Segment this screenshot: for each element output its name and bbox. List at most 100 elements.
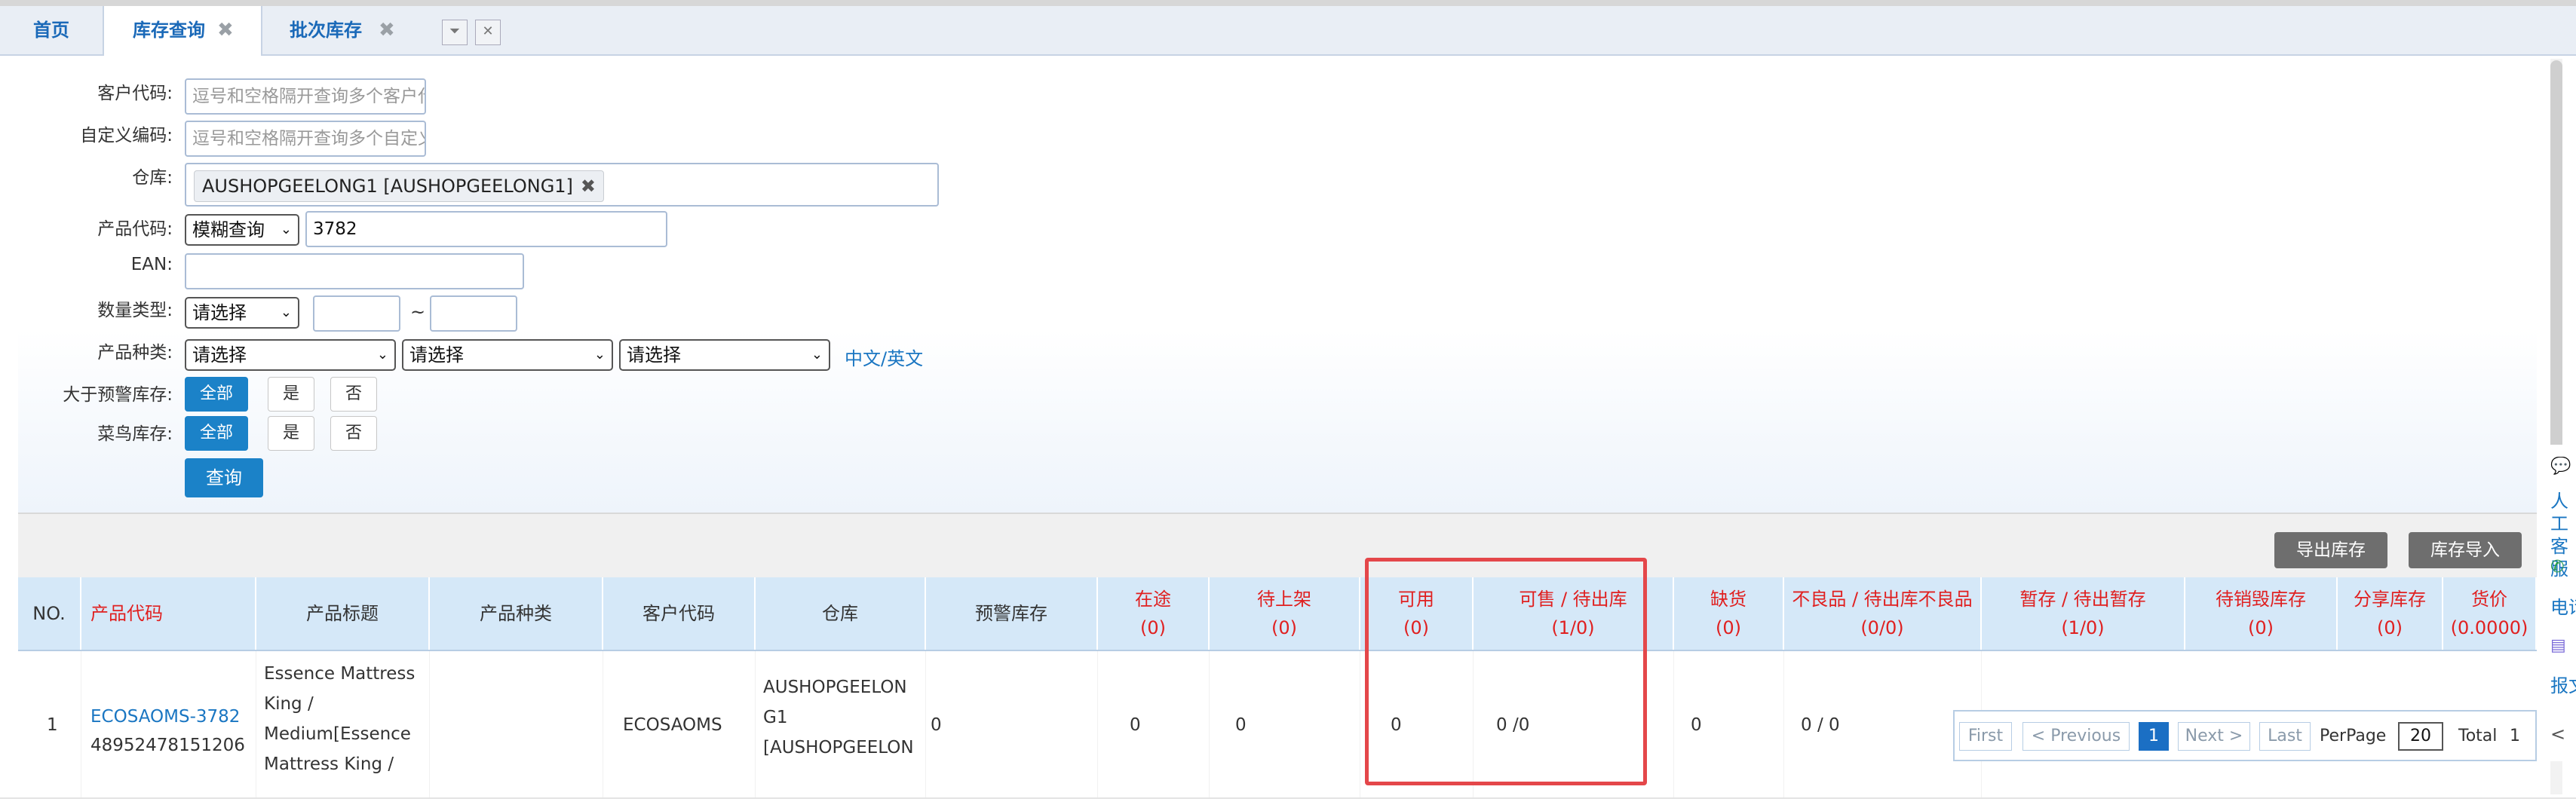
cainiao-all-button[interactable]: 全部 [185, 416, 248, 451]
header-temporary[interactable]: 暂存 / 待出暂存 (1/0) [1982, 577, 2185, 650]
highlight-box [1365, 558, 1647, 785]
header-product-category-text: 产品种类 [480, 603, 552, 624]
header-no[interactable]: NO. [18, 577, 81, 650]
tab-home[interactable]: 首页 [0, 6, 103, 54]
custom-code-input[interactable]: 逗号和空格隔开查询多个自定义编码 [185, 121, 426, 157]
custom-code-label: 自定义编码: [80, 126, 173, 145]
header-shortage[interactable]: 缺货 (0) [1674, 577, 1784, 650]
qty-type-label: 数量类型: [97, 301, 173, 320]
perpage-input[interactable]: 20 [2398, 722, 2443, 751]
warehouse-line: AUSHOPGEELON [763, 678, 907, 697]
header-product-title[interactable]: 产品标题 [256, 577, 430, 650]
category-label: 产品种类: [97, 343, 173, 363]
header-customer-code[interactable]: 客户代码 [603, 577, 756, 650]
phone-link[interactable]: 电话 [2550, 592, 2576, 619]
cainiao-yes-button[interactable]: 是 [268, 416, 314, 451]
category-level2-select[interactable]: 请选择 ⌄ [402, 339, 613, 371]
query-button[interactable]: 查询 [185, 458, 263, 497]
header-warning-stock[interactable]: 预警库存 [926, 577, 1098, 650]
import-inventory-button[interactable]: 库存导入 [2409, 532, 2522, 568]
product-code-mode-value: 模糊查询 [192, 219, 265, 240]
header-shared-text: 分享库存 [2354, 589, 2426, 610]
last-page-button[interactable]: Last [2259, 722, 2311, 751]
language-toggle-link[interactable]: 中文/英文 [845, 344, 923, 370]
header-in-transit-text: 在途 [1135, 589, 1171, 610]
header-product-code-text: 产品代码 [90, 603, 163, 624]
header-product-title-text: 产品标题 [306, 603, 379, 624]
warehouse-tag-label: AUSHOPGEELONG1 [AUSHOPGEELONG1] [202, 176, 573, 197]
customer-code-input[interactable]: 逗号和空格隔开查询多个客户代码 [185, 78, 426, 115]
header-shared-count: (0) [2377, 617, 2403, 638]
warehouse-tag: AUSHOPGEELONG1 [AUSHOPGEELONG1] ✖ [194, 170, 605, 202]
header-in-transit[interactable]: 在途 (0) [1098, 577, 1210, 650]
category-level3-value: 请选择 [627, 344, 681, 366]
row-defective: 0 / 0 [1801, 715, 1840, 735]
report-link[interactable]: 报文 [2550, 671, 2576, 697]
row-product-code-cell: ECOSAOMS-3782 48952478151206 [81, 651, 256, 803]
total-label: Total [2458, 727, 2498, 745]
category-level1-select[interactable]: 请选择 ⌄ [185, 339, 396, 371]
above-warning-yes-button[interactable]: 是 [268, 377, 314, 412]
row-pending-shelf-cell: 0 [1210, 651, 1360, 803]
next-page-button[interactable]: Next > [2178, 722, 2250, 751]
first-page-button[interactable]: First [1959, 722, 2012, 751]
header-product-category[interactable]: 产品种类 [430, 577, 603, 650]
close-icon[interactable]: ✖ [379, 6, 395, 54]
tab-inventory-query[interactable]: 库存查询 ✖ [103, 6, 262, 56]
header-product-code[interactable]: 产品代码 [81, 577, 256, 650]
bottom-border [0, 797, 2576, 811]
header-warning-stock-text: 预警库存 [975, 603, 1047, 624]
current-page-button[interactable]: 1 [2139, 722, 2169, 751]
category-level1-value: 请选择 [192, 344, 247, 366]
search-form: 客户代码: 逗号和空格隔开查询多个客户代码 自定义编码: 逗号和空格隔开查询多个… [18, 56, 2537, 513]
qty-min-input[interactable] [313, 295, 400, 332]
previous-page-button[interactable]: < Previous [2022, 722, 2130, 751]
product-code-link[interactable]: ECOSAOMS-3782 [90, 707, 240, 727]
chevron-down-icon: ⌄ [593, 347, 606, 363]
header-price[interactable]: 货价 (0.0000) [2443, 577, 2537, 650]
header-pending-shelf[interactable]: 待上架 (0) [1210, 577, 1360, 650]
title-line: King / [264, 694, 314, 714]
header-no-text: NO. [32, 603, 66, 624]
above-warning-all-button[interactable]: 全部 [185, 377, 248, 412]
header-shortage-text: 缺货 [1710, 589, 1746, 610]
chat-icon[interactable]: 💬 [2550, 457, 2576, 476]
scrollbar-thumb[interactable] [2550, 60, 2562, 452]
tab-batch-inventory-label: 批次库存 [290, 20, 362, 41]
phone-icon[interactable]: ✆ [2550, 558, 2576, 577]
title-line: Medium[Essence [264, 724, 411, 744]
title-line: Mattress King / [264, 754, 394, 774]
export-inventory-button[interactable]: 导出库存 [2274, 532, 2387, 568]
chevron-down-icon: ⌄ [811, 347, 823, 363]
header-temporary-text: 暂存 / 待出暂存 [2019, 589, 2146, 610]
title-line: Essence Mattress [264, 664, 416, 684]
header-defective-text: 不良品 / 待出库不良品 [1792, 589, 1973, 610]
tab-list-dropdown-icon[interactable]: ⏷ [442, 20, 468, 45]
close-icon[interactable]: ✖ [217, 6, 234, 54]
perpage-label: PerPage [2320, 727, 2387, 745]
ean-input[interactable] [185, 253, 524, 289]
qty-max-input[interactable] [430, 295, 517, 332]
tab-batch-inventory[interactable]: 批次库存 ✖ [261, 6, 422, 54]
header-to-destroy[interactable]: 待销毁库存 (0) [2185, 577, 2338, 650]
grid-toolbar: 导出库存 库存导入 [18, 513, 2537, 579]
header-shared[interactable]: 分享库存 (0) [2338, 577, 2443, 650]
product-code-input[interactable]: 3782 [305, 211, 667, 247]
close-all-tabs-icon[interactable]: ✕ [475, 20, 501, 45]
warehouse-multiselect[interactable]: AUSHOPGEELONG1 [AUSHOPGEELONG1] ✖ [185, 163, 939, 207]
main-content: 客户代码: 逗号和空格隔开查询多个客户代码 自定义编码: 逗号和空格隔开查询多个… [18, 56, 2537, 803]
warehouse-line: [AUSHOPGEELON [763, 738, 914, 757]
above-warning-no-button[interactable]: 否 [330, 377, 377, 412]
collapse-arrow-icon[interactable]: < [2550, 724, 2576, 745]
header-warehouse[interactable]: 仓库 [756, 577, 926, 650]
product-code-mode-select[interactable]: 模糊查询 ⌄ [185, 214, 299, 246]
category-level3-select[interactable]: 请选择 ⌄ [619, 339, 830, 371]
remove-tag-icon[interactable]: ✖ [581, 176, 596, 197]
ean-label: EAN: [130, 255, 173, 274]
qty-type-select[interactable]: 请选择 ⌄ [185, 297, 299, 329]
document-icon[interactable]: ▤ [2550, 636, 2576, 655]
cainiao-no-button[interactable]: 否 [330, 416, 377, 451]
header-defective[interactable]: 不良品 / 待出库不良品 (0/0) [1784, 577, 1982, 650]
row-shortage-cell: 0 [1674, 651, 1784, 803]
total-count: 1 [2510, 727, 2520, 745]
